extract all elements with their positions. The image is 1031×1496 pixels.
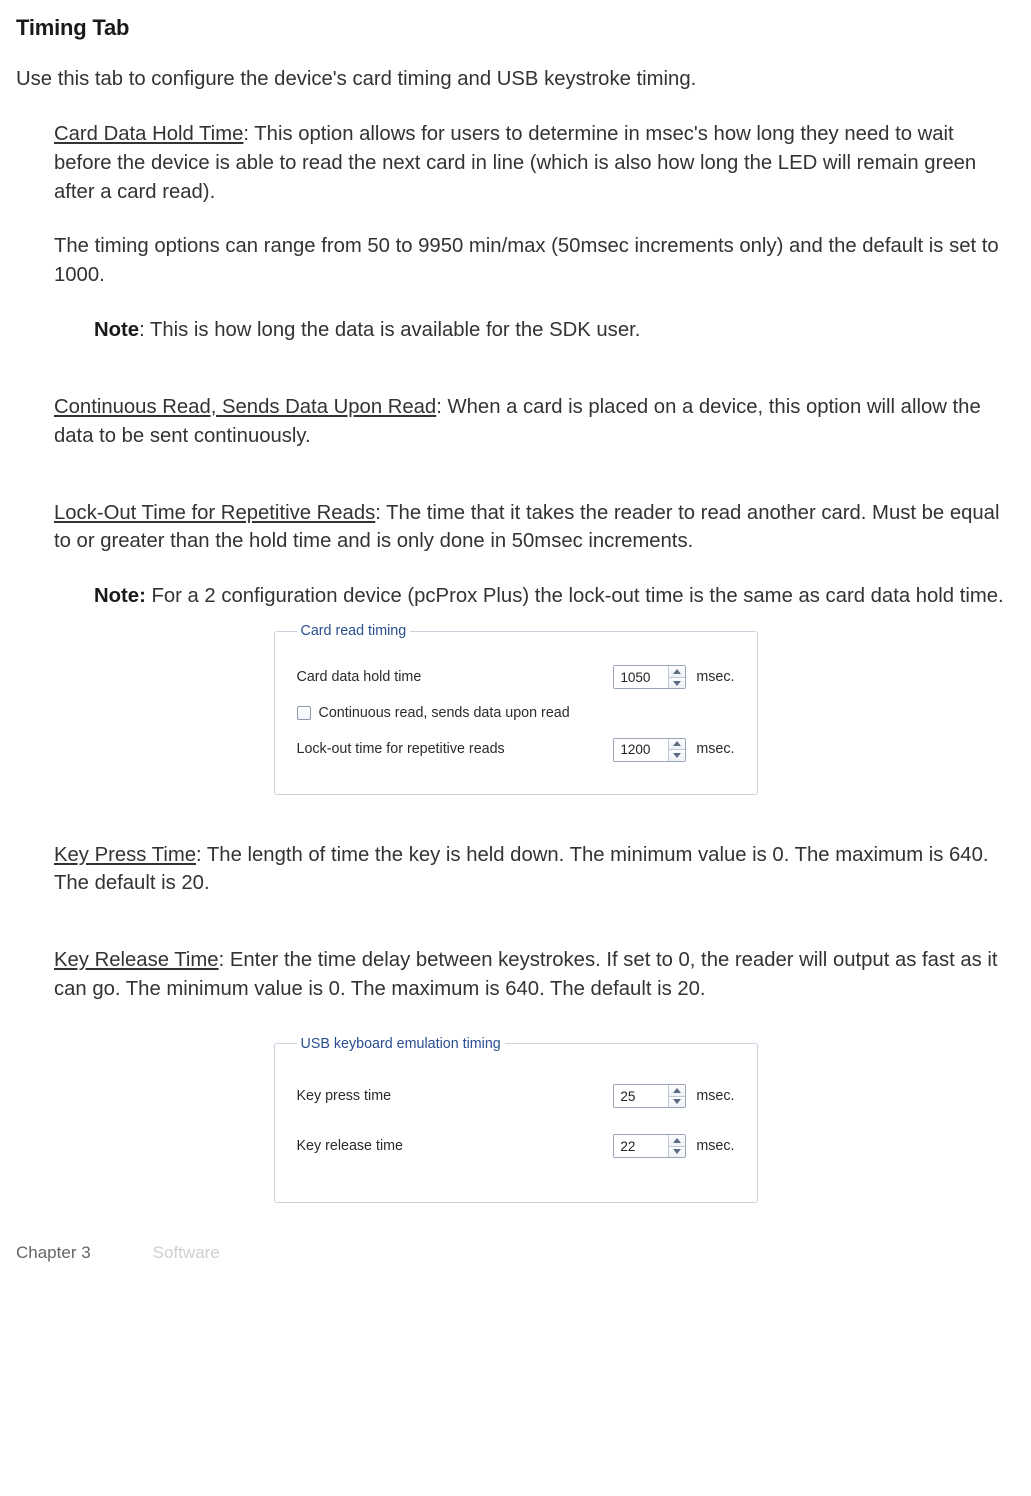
- keypress-para: Key Press Time: The length of time the k…: [54, 841, 1015, 899]
- panel1-legend: Card read timing: [297, 621, 411, 641]
- continuous-read-row[interactable]: Continuous read, sends data upon read: [297, 703, 735, 723]
- card-hold-range: The timing options can range from 50 to …: [54, 232, 1015, 290]
- footer-section: Software: [153, 1243, 220, 1262]
- usb-timing-panel: USB keyboard emulation timing Key press …: [274, 1034, 758, 1203]
- card-read-timing-panel: Card read timing Card data hold time mse…: [274, 621, 758, 795]
- keyrelease-input[interactable]: [614, 1135, 668, 1157]
- panel2-legend: USB keyboard emulation timing: [297, 1034, 505, 1054]
- note2-label: Note:: [94, 585, 146, 607]
- keyrelease-up[interactable]: [669, 1135, 685, 1147]
- hold-time-unit: msec.: [696, 667, 734, 687]
- keypress-input[interactable]: [614, 1085, 668, 1107]
- page-footer: Chapter 3 Software: [16, 1241, 1015, 1265]
- intro-text: Use this tab to configure the device's c…: [16, 65, 1015, 94]
- keyrelease-unit: msec.: [696, 1136, 734, 1156]
- lockout-label: Lock-Out Time for Repetitive Reads: [54, 502, 375, 524]
- lockout-time-row: Lock-out time for repetitive reads msec.: [297, 738, 735, 762]
- keypress-stepper[interactable]: [613, 1084, 686, 1108]
- continuous-label: Continuous Read, Sends Data Upon Read: [54, 396, 436, 418]
- hold-time-stepper[interactable]: [613, 665, 686, 689]
- hold-time-row: Card data hold time msec.: [297, 665, 735, 689]
- continuous-para: Continuous Read, Sends Data Upon Read: W…: [54, 393, 1015, 451]
- lockout-time-unit: msec.: [696, 739, 734, 759]
- note-text: : This is how long the data is available…: [139, 319, 640, 341]
- keyrelease-label: Key Release Time: [54, 949, 219, 971]
- keypress-row: Key press time msec.: [297, 1084, 735, 1108]
- keyrelease-row: Key release time msec.: [297, 1134, 735, 1158]
- keypress-down[interactable]: [669, 1097, 685, 1108]
- lockout-time-down[interactable]: [669, 750, 685, 761]
- footer-chapter: Chapter 3: [16, 1243, 91, 1262]
- lockout-para: Lock-Out Time for Repetitive Reads: The …: [54, 499, 1015, 557]
- lockout-time-input[interactable]: [614, 739, 668, 761]
- lockout-time-up[interactable]: [669, 739, 685, 751]
- note-label: Note: [94, 319, 139, 341]
- note-sdk: Note: This is how long the data is avail…: [16, 316, 1015, 345]
- keypress-up[interactable]: [669, 1085, 685, 1097]
- note-plus: Note: For a 2 configuration device (pcPr…: [16, 582, 1015, 611]
- page-title: Timing Tab: [16, 12, 1015, 43]
- hold-time-up[interactable]: [669, 666, 685, 678]
- lockout-time-label: Lock-out time for repetitive reads: [297, 739, 614, 759]
- note2-text: For a 2 configuration device (pcProx Plu…: [146, 585, 1004, 607]
- keyrelease-time-label: Key release time: [297, 1136, 614, 1156]
- lockout-time-stepper[interactable]: [613, 738, 686, 762]
- continuous-read-label: Continuous read, sends data upon read: [319, 703, 570, 723]
- keyrelease-down[interactable]: [669, 1147, 685, 1158]
- keypress-time-label: Key press time: [297, 1086, 614, 1106]
- card-hold-label: Card Data Hold Time: [54, 123, 243, 145]
- keypress-unit: msec.: [696, 1086, 734, 1106]
- card-hold-para: Card Data Hold Time: This option allows …: [54, 120, 1015, 206]
- hold-time-down[interactable]: [669, 678, 685, 689]
- hold-time-label: Card data hold time: [297, 667, 614, 687]
- keyrelease-stepper[interactable]: [613, 1134, 686, 1158]
- continuous-read-checkbox[interactable]: [297, 706, 311, 720]
- keyrelease-para: Key Release Time: Enter the time delay b…: [54, 946, 1015, 1004]
- hold-time-input[interactable]: [614, 666, 668, 688]
- keypress-label: Key Press Time: [54, 844, 196, 866]
